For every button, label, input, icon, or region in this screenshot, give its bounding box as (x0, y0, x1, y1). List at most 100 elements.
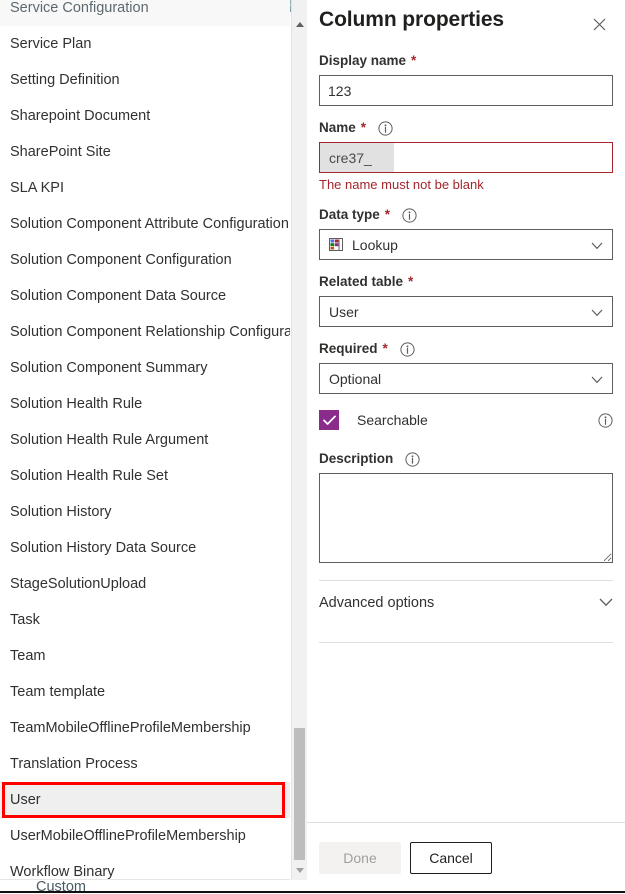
name-prefix: cre37_ (320, 143, 394, 172)
display-name-field: Display name * (319, 52, 613, 106)
description-field: Description (319, 450, 613, 563)
data-type-dropdown[interactable]: Lookup (319, 229, 613, 260)
name-error-message: The name must not be blank (319, 177, 484, 192)
list-item[interactable]: Solution Component Configuration (0, 242, 290, 278)
chevron-down-icon (599, 595, 613, 611)
required-dropdown[interactable]: Optional (319, 363, 613, 394)
data-type-label: Data type * (319, 206, 613, 224)
name-input-group[interactable]: cre37_ (319, 142, 613, 173)
info-glyph (405, 451, 420, 467)
list-scrollbar[interactable] (291, 0, 307, 880)
chevron-down-icon (591, 371, 603, 387)
list-item[interactable]: Sharepoint Document (0, 98, 290, 134)
list-item[interactable]: Solution Health Rule Argument (0, 422, 290, 458)
pane-header: Column properties (319, 0, 613, 38)
list-item[interactable]: SharePoint Site (0, 134, 290, 170)
scroll-down-arrow[interactable] (292, 862, 307, 879)
related-table-dropdown[interactable]: User (319, 296, 613, 327)
list-item[interactable]: StageSolutionUpload (0, 566, 290, 602)
related-table-value: User (329, 303, 359, 320)
required-asterisk: * (382, 341, 388, 356)
related-table-field: Related table * User (319, 273, 613, 327)
lookup-glyph (329, 237, 343, 251)
close-icon[interactable] (585, 10, 613, 38)
info-icon[interactable] (598, 412, 613, 428)
info-glyph (598, 412, 613, 428)
list-item[interactable]: Solution Component Data Source (0, 278, 290, 314)
list-item[interactable]: Team template (0, 674, 290, 710)
required-asterisk: * (384, 207, 391, 222)
required-asterisk: * (411, 53, 417, 68)
list-item[interactable]: Setting Definition (0, 62, 290, 98)
cancel-button[interactable]: Cancel (410, 842, 492, 874)
related-table-label: Related table * (319, 273, 613, 291)
name-input[interactable] (394, 143, 612, 172)
list-item[interactable]: Translation Process (0, 746, 290, 782)
advanced-options-label: Advanced options (319, 595, 435, 611)
list-item[interactable]: UserMobileOfflineProfileMembership (0, 818, 290, 854)
list-item[interactable]: Solution Component Attribute Configurati… (0, 206, 290, 242)
list-item[interactable]: Task (0, 602, 290, 638)
info-icon[interactable] (378, 120, 393, 136)
info-icon[interactable] (405, 451, 420, 467)
data-type-field: Data type * Lookup (319, 206, 613, 260)
searchable-label: Searchable (357, 412, 428, 428)
description-label-text: Description (319, 451, 394, 466)
list-item[interactable]: Solution Component Relationship Configur… (0, 314, 290, 350)
display-name-label-text: Display name (319, 53, 407, 68)
data-type-value: Lookup (352, 236, 398, 253)
searchable-checkbox[interactable] (319, 410, 339, 430)
description-label: Description (319, 450, 613, 468)
list-item[interactable]: User (0, 782, 290, 818)
done-button[interactable]: Done (319, 842, 401, 874)
section-divider-bottom (319, 642, 613, 643)
required-field: Required * Optional (319, 340, 613, 394)
required-label-text: Required (319, 341, 378, 356)
checkmark-icon (322, 415, 336, 425)
list-item[interactable]: Service Plan (0, 26, 290, 62)
info-glyph (400, 341, 415, 357)
list-item[interactable]: Solution History Data Source (0, 530, 290, 566)
list-item[interactable]: Workflow Binary (0, 854, 290, 879)
page-title: Column properties (319, 8, 504, 31)
info-glyph (378, 120, 393, 136)
scroll-up-arrow[interactable] (292, 16, 307, 33)
required-asterisk: * (408, 274, 414, 289)
list-item[interactable]: TeamMobileOfflineProfileMembership (0, 710, 290, 746)
required-value: Optional (329, 370, 382, 387)
data-type-label-text: Data type (319, 207, 380, 222)
pane-footer: Done Cancel (307, 822, 625, 893)
chevron-glyph (599, 598, 613, 607)
triangle-down-icon (295, 868, 304, 873)
name-label-text: Name (319, 120, 356, 135)
list-item[interactable]: Solution History (0, 494, 290, 530)
searchable-row: Searchable (319, 410, 613, 430)
triangle-up-icon (295, 22, 304, 27)
name-label: Name * (319, 119, 613, 137)
display-name-input[interactable] (319, 75, 613, 106)
required-asterisk: * (360, 120, 367, 135)
chevron-down-icon (591, 237, 603, 253)
list-item[interactable]: Team (0, 638, 290, 674)
info-icon[interactable] (400, 341, 415, 357)
chevron-glyph (591, 376, 603, 383)
related-table-label-text: Related table (319, 274, 404, 289)
info-icon[interactable] (402, 207, 417, 223)
lookup-table-icon (329, 237, 344, 252)
list-item[interactable]: SLA KPI (0, 170, 290, 206)
column-properties-body: Column properties Display name * Name * (307, 0, 625, 822)
name-field: Name * cre37_ The name must not be blank (319, 119, 613, 193)
list-item[interactable]: Solution Health Rule Set (0, 458, 290, 494)
scrollbar-thumb[interactable] (294, 728, 305, 860)
table-list-panel[interactable]: Service Configuration Service Plan Setting… (0, 0, 290, 879)
list-item[interactable]: Solution Component Summary (0, 350, 290, 386)
chevron-glyph (591, 242, 603, 249)
list-item[interactable]: Solution Health Rule (0, 386, 290, 422)
advanced-options-accordion[interactable]: Advanced options (319, 581, 613, 625)
info-glyph (402, 207, 417, 223)
required-label: Required * (319, 340, 613, 358)
column-properties-pane: Column properties Display name * Name * (307, 0, 625, 893)
description-textarea[interactable] (319, 473, 613, 563)
list-item[interactable]: Service Configuration (0, 0, 290, 26)
chevron-down-icon (591, 304, 603, 320)
